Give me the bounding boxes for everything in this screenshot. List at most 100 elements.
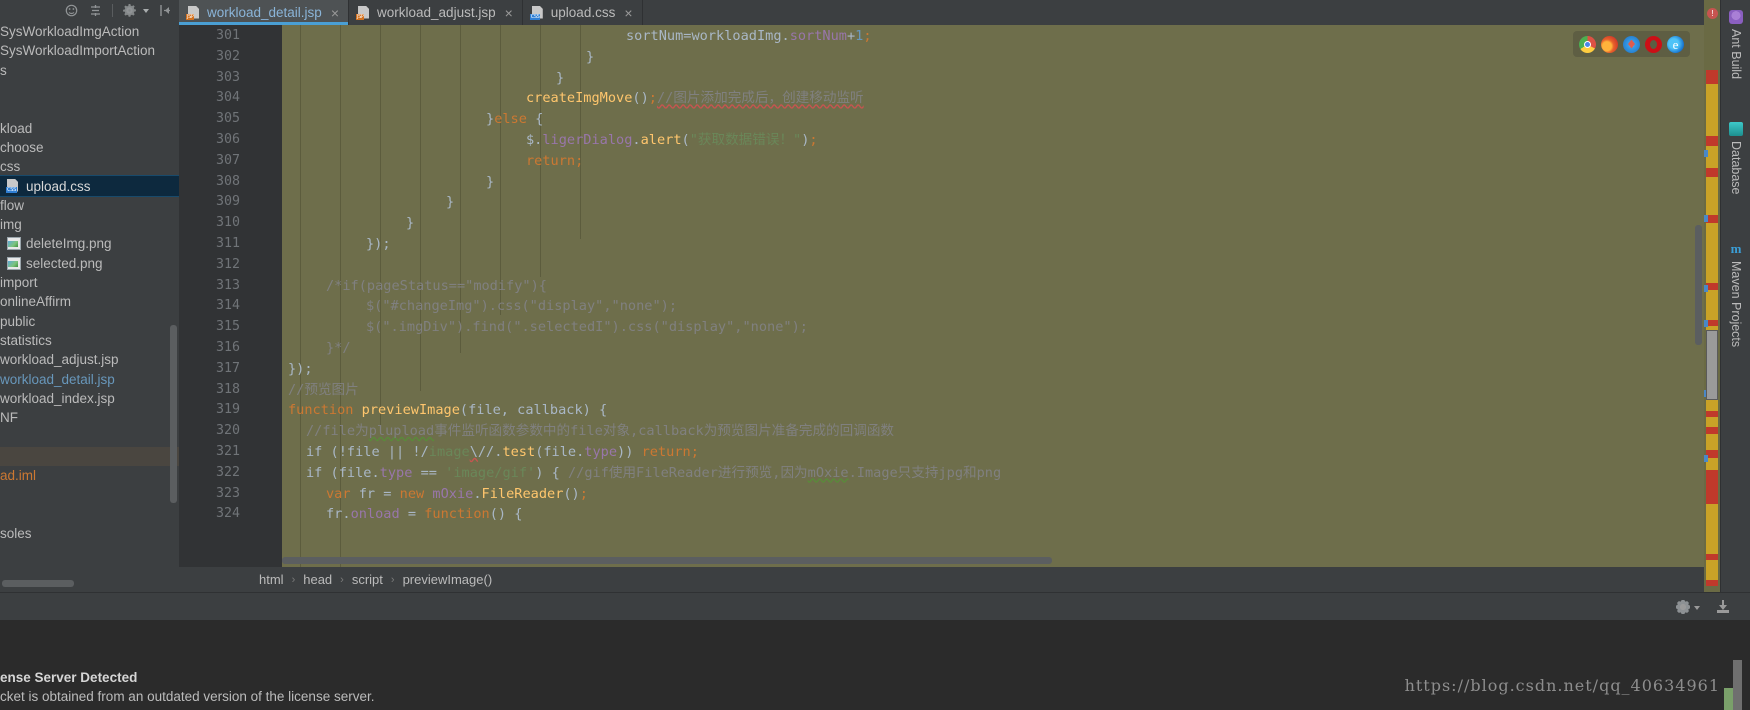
tree-item-img[interactable]: img: [0, 215, 179, 234]
marker-stripe[interactable]: [1706, 223, 1718, 283]
marker-stripe[interactable]: [1706, 290, 1718, 320]
project-tree[interactable]: SysWorkloadImgAction SysWorkloadImportAct…: [0, 22, 179, 568]
marker-stripe[interactable]: [1706, 168, 1718, 177]
marker-stripe[interactable]: [1706, 427, 1718, 434]
code-line[interactable]: }: [446, 192, 454, 213]
marker-stripe[interactable]: [1706, 580, 1718, 586]
code-line[interactable]: }: [556, 68, 564, 89]
editor-tab-upload-css[interactable]: upload.css ×: [522, 0, 643, 25]
tool-window-database[interactable]: Database: [1721, 118, 1750, 218]
tree-item-s[interactable]: s: [0, 61, 179, 80]
code-line[interactable]: if (!file || !/image\//.test(file.type))…: [306, 442, 699, 463]
tree-item-onlineaffirm[interactable]: onlineAffirm: [0, 292, 179, 311]
close-icon[interactable]: ×: [331, 6, 339, 20]
tree-item-upload-css[interactable]: upload.css: [0, 175, 179, 197]
marker-stripe[interactable]: [1706, 177, 1718, 215]
bookmark-marker[interactable]: [1704, 320, 1708, 327]
settings-icon[interactable]: [1676, 600, 1690, 614]
marker-stripe[interactable]: [1706, 434, 1718, 450]
tree-item-statistics[interactable]: statistics: [0, 331, 179, 350]
code-line[interactable]: return;: [526, 151, 583, 172]
code-line[interactable]: }*/: [326, 338, 351, 359]
code-line[interactable]: //预览图片: [288, 380, 359, 401]
project-horizontal-scrollbar[interactable]: [2, 580, 74, 587]
tree-item-sysworkloadimportaction[interactable]: SysWorkloadImportAction: [0, 41, 179, 60]
marker-strip-thumb[interactable]: [1706, 330, 1718, 400]
hide-panel-icon[interactable]: [158, 3, 173, 18]
code-line[interactable]: fr.onload = function() {: [326, 504, 522, 525]
code-line[interactable]: if (file.type == 'image/gif') { //gif使用F…: [306, 463, 1001, 484]
code-line[interactable]: createImgMove();//图片添加完成后，创建移动监听: [526, 88, 864, 109]
code-line[interactable]: function previewImage(file, callback) {: [288, 400, 607, 421]
tree-item-deleteimg-png[interactable]: deleteImg.png: [0, 234, 179, 253]
settings-dropdown-caret[interactable]: [1694, 606, 1700, 610]
tree-item-soles[interactable]: soles: [0, 524, 179, 543]
tree-item-public[interactable]: public: [0, 312, 179, 331]
code-line[interactable]: /*if(pageStatus=="modify"){: [326, 276, 547, 297]
editor-vertical-scrollbar[interactable]: [1695, 225, 1702, 345]
folding-gutter[interactable]: [254, 25, 349, 567]
editor-tab-workload-adjust-jsp[interactable]: workload_adjust.jsp ×: [349, 0, 523, 25]
close-icon[interactable]: ×: [505, 6, 513, 20]
bookmark-marker[interactable]: [1704, 215, 1708, 222]
chrome-icon[interactable]: [1579, 35, 1596, 53]
tree-item-css[interactable]: css: [0, 157, 179, 176]
code-content[interactable]: sortNum=workloadImg.sortNum+1;}} createIm…: [282, 25, 1704, 567]
breadcrumb-item-html[interactable]: html: [259, 572, 284, 587]
code-line[interactable]: });: [366, 234, 391, 255]
code-line[interactable]: });: [288, 359, 313, 380]
bookmark-marker[interactable]: [1704, 150, 1708, 157]
tree-item-sysworkloadimgaction[interactable]: SysWorkloadImgAction: [0, 22, 179, 41]
tool-window-maven-projects[interactable]: m Maven Projects: [1721, 238, 1750, 378]
safari-icon[interactable]: [1623, 35, 1640, 53]
marker-stripe[interactable]: [1706, 136, 1718, 146]
editor-horizontal-scrollbar[interactable]: [282, 557, 1052, 564]
tree-item-workload-adjust-jsp[interactable]: workload_adjust.jsp: [0, 350, 179, 369]
breadcrumb-item-previewimage-[interactable]: previewImage(): [403, 572, 493, 587]
close-icon[interactable]: ×: [624, 6, 632, 20]
hide-tool-window-icon[interactable]: [1716, 600, 1730, 614]
tree-item-ad-iml[interactable]: ad.iml: [0, 466, 179, 485]
marker-stripe[interactable]: [1706, 70, 1718, 84]
opera-icon[interactable]: [1645, 35, 1662, 53]
tree-item-nf[interactable]: NF: [0, 408, 179, 427]
browser-preview-bar[interactable]: [1573, 31, 1690, 57]
tool-window-ant-build[interactable]: Ant Build: [1721, 6, 1750, 96]
tree-item-workload-detail-jsp[interactable]: workload_detail.jsp: [0, 369, 179, 388]
tree-item-selected-png[interactable]: selected.png: [0, 254, 179, 273]
code-line[interactable]: sortNum=workloadImg.sortNum+1;: [626, 26, 872, 47]
marker-stripe[interactable]: [1706, 417, 1718, 427]
error-count-badge[interactable]: [1707, 8, 1718, 19]
code-editor[interactable]: 301 302 303 304 305 306 307 308 309 310 311 312 313 3…: [179, 25, 1704, 567]
code-line[interactable]: }: [586, 47, 594, 68]
tree-item-import[interactable]: import: [0, 273, 179, 292]
code-line[interactable]: }: [406, 213, 414, 234]
project-vertical-scrollbar[interactable]: [170, 325, 177, 503]
breadcrumb-item-script[interactable]: script: [352, 572, 383, 587]
marker-stripe[interactable]: [1706, 84, 1718, 136]
collapse-all-icon[interactable]: [64, 3, 79, 18]
breadcrumb-item-head[interactable]: head: [303, 572, 332, 587]
code-line[interactable]: $.ligerDialog.alert("获取数据错误！");: [526, 130, 818, 151]
marker-stripe[interactable]: [1706, 504, 1718, 554]
expand-all-icon[interactable]: [88, 3, 103, 18]
code-line[interactable]: $("#changeImg").css("display","none");: [366, 296, 677, 317]
marker-stripe[interactable]: [1706, 470, 1718, 504]
bookmark-marker[interactable]: [1704, 455, 1708, 462]
gear-icon[interactable]: [122, 3, 137, 18]
code-line[interactable]: //file为plupload事件监听函数参数中的file对象,callback…: [306, 421, 894, 442]
tree-item-flow[interactable]: flow: [0, 196, 179, 215]
marker-stripe[interactable]: [1706, 560, 1718, 580]
code-line[interactable]: }: [486, 172, 494, 193]
breadcrumb[interactable]: html › head › script › previewImage(): [179, 567, 1704, 592]
code-line[interactable]: $(".imgDiv").find(".selectedI").css("dis…: [366, 317, 808, 338]
error-marker-strip[interactable]: [1704, 0, 1720, 592]
firefox-icon[interactable]: [1601, 35, 1618, 53]
code-line[interactable]: }else {: [486, 109, 543, 130]
editor-tab-workload-detail-jsp[interactable]: workload_detail.jsp ×: [179, 0, 350, 25]
gear-dropdown-caret[interactable]: [143, 8, 149, 13]
bookmark-marker[interactable]: [1704, 285, 1708, 292]
edge-icon[interactable]: [1667, 35, 1684, 53]
tree-item-workload-index-jsp[interactable]: workload_index.jsp: [0, 389, 179, 408]
tree-item-kload[interactable]: kload: [0, 119, 179, 138]
